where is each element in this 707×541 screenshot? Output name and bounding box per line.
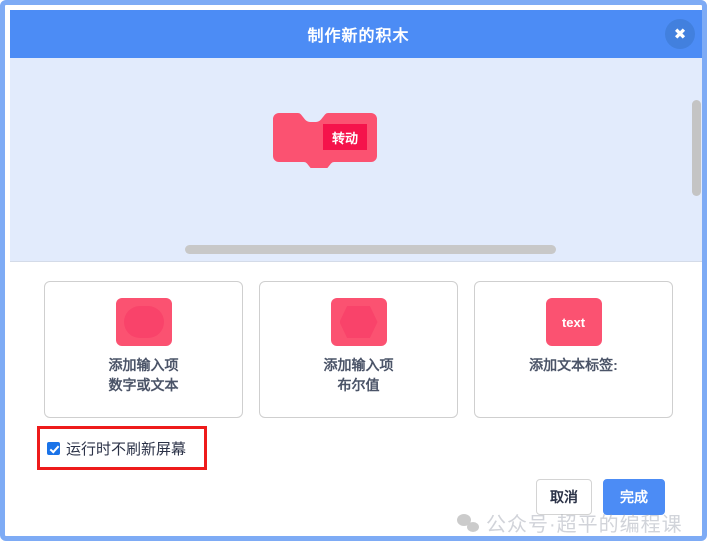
close-button[interactable]: ✖ [665, 19, 695, 49]
horizontal-scrollbar[interactable] [185, 245, 556, 254]
option-cards-row: 添加输入项 数字或文本 添加输入项 布尔值 text 添加文本标签: [44, 281, 674, 418]
define-block-shape[interactable]: 转动 [273, 113, 377, 168]
wechat-icon [457, 513, 479, 532]
text-label-icon: text [545, 298, 602, 346]
hexagon-shape [339, 306, 378, 338]
run-without-refresh-row[interactable]: 运行时不刷新屏幕 [47, 438, 186, 459]
close-icon: ✖ [673, 25, 687, 43]
oval-input-icon [115, 298, 172, 346]
wechat-bubble-small [467, 521, 479, 532]
cancel-button[interactable]: 取消 [536, 479, 592, 515]
make-a-block-modal: 制作新的积木 ✖ 转动 添加输入项 数字或文本 添加输入项 布尔值 text 添… [0, 0, 707, 541]
wechat-bubble-large [457, 513, 471, 526]
footer-buttons: 取消 完成 [536, 479, 665, 515]
add-number-text-input-card[interactable]: 添加输入项 数字或文本 [44, 281, 243, 418]
add-boolean-input-card[interactable]: 添加输入项 布尔值 [259, 281, 458, 418]
run-without-refresh-label: 运行时不刷新屏幕 [66, 441, 187, 458]
run-without-refresh-checkbox[interactable] [47, 442, 60, 455]
oval-shape [123, 306, 164, 338]
prototype-block[interactable]: 转动 [273, 113, 377, 168]
page-title: 制作新的积木 [307, 28, 410, 45]
card-sublabel: 布尔值 [337, 377, 380, 394]
modal-header: 制作新的积木 ✖ [10, 10, 702, 58]
vertical-scrollbar[interactable] [692, 100, 701, 196]
add-text-label-card[interactable]: text 添加文本标签: [474, 281, 673, 418]
text-icon-label: text [561, 314, 586, 330]
block-name-field[interactable]: 转动 [323, 124, 367, 150]
card-sublabel: 数字或文本 [108, 377, 179, 394]
card-label: 添加输入项 [323, 357, 394, 373]
block-preview-workspace[interactable]: 转动 [10, 58, 702, 262]
confirm-button[interactable]: 完成 [603, 479, 665, 515]
hexagon-boolean-icon [330, 298, 387, 346]
card-label: 添加文本标签: [529, 357, 618, 373]
card-label: 添加输入项 [108, 357, 179, 373]
